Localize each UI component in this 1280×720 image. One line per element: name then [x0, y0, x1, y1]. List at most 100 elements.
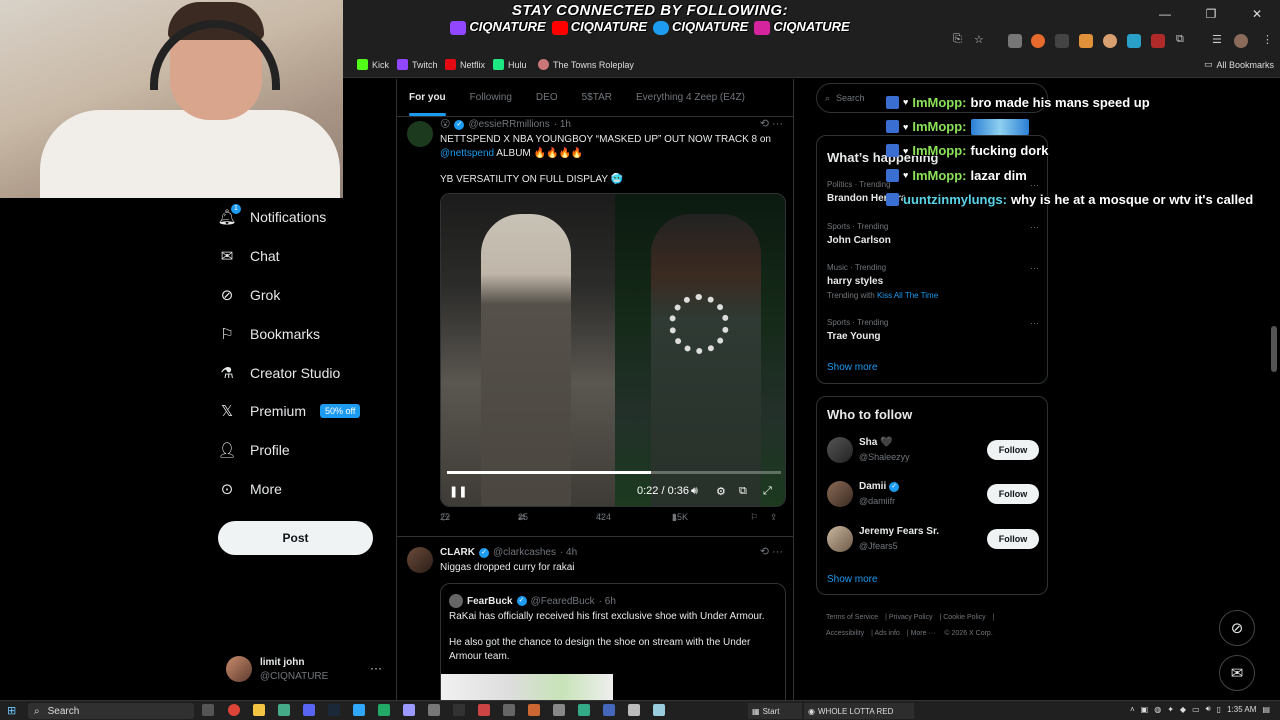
app-icon[interactable] [628, 704, 640, 716]
video-progress-bar[interactable] [447, 471, 781, 474]
tray-app-icon[interactable]: ◍ [1154, 705, 1161, 714]
scrollbar-thumb[interactable] [1271, 326, 1277, 372]
extension-icon[interactable] [1008, 34, 1022, 48]
taskbar-clock[interactable]: 1:35 AM [1227, 705, 1256, 714]
fullscreen-icon[interactable]: ⤢ [763, 485, 772, 498]
file-explorer-icon[interactable] [253, 704, 265, 716]
browser-menu-icon[interactable]: ⋮ [1262, 33, 1273, 46]
avatar[interactable] [407, 547, 433, 573]
tray-app-icon[interactable]: ◆ [1180, 705, 1186, 714]
notifications-icon[interactable]: ▤ [1262, 705, 1270, 714]
taskbar-search[interactable]: ⌕ Search [28, 703, 194, 719]
extensions-puzzle-icon[interactable]: ⧉ [1176, 33, 1184, 46]
trend-item[interactable]: Sports · Trending Trae Young ··· [827, 318, 1039, 342]
app-icon[interactable] [378, 704, 390, 716]
footer-link-terms[interactable]: Terms of Service [826, 614, 878, 621]
more-dots-icon[interactable]: ··· [1030, 263, 1039, 273]
bookmark-netflix[interactable]: Netflix [445, 59, 485, 70]
more-dots-icon[interactable]: ··· [772, 118, 783, 130]
sidebar-item-bookmarks[interactable]: ⚐ Bookmarks [218, 314, 388, 353]
bookmark-star-icon[interactable]: ☆ [974, 33, 984, 46]
sidebar-item-grok[interactable]: ⊘ Grok [218, 276, 388, 315]
trend-item[interactable]: Sports · Trending John Carlson ··· [827, 222, 1039, 246]
task-view-icon[interactable] [202, 704, 214, 716]
footer-link-ads[interactable]: Ads info [875, 630, 900, 637]
follow-button[interactable]: Follow [987, 529, 1039, 549]
grok-fab-button[interactable]: ⊘ [1219, 610, 1255, 646]
extension-icon[interactable] [1151, 34, 1165, 48]
app-icon[interactable] [553, 704, 565, 716]
follow-suggestion[interactable]: Sha 🖤 @Shaleezyy Follow [827, 436, 1039, 466]
tweet[interactable]: CLARK ✓ @clarkcashes · 4h ⟲ ··· Niggas d… [397, 545, 793, 700]
reading-list-icon[interactable]: ☰ [1212, 33, 1222, 46]
network-icon[interactable]: ▭ [1192, 705, 1200, 714]
premiere-icon[interactable] [403, 704, 415, 716]
app-icon[interactable] [428, 704, 440, 716]
tweet-handle[interactable]: @essieRRmillions [468, 119, 549, 130]
profile-avatar-icon[interactable] [1234, 34, 1248, 48]
tab-deo[interactable]: DEO [524, 79, 570, 116]
tray-app-icon[interactable]: ✦ [1167, 705, 1174, 714]
messages-fab-button[interactable]: ✉ [1219, 655, 1255, 691]
tweet[interactable]: 😮 ✓ @essieRRmillions · 1h ⟲ ··· NETTSPEN… [397, 117, 793, 537]
app-icon[interactable] [578, 704, 590, 716]
photoshop-icon[interactable] [353, 704, 365, 716]
footer-link-privacy[interactable]: Privacy Policy [889, 614, 933, 621]
pip-icon[interactable]: ⧉ [739, 485, 747, 498]
trends-show-more-link[interactable]: Show more [827, 362, 878, 373]
taskbar-stream-app[interactable]: ▦ Start [748, 703, 802, 719]
taskbar-media-app[interactable]: ◉ WHOLE LOTTA RED [804, 703, 914, 719]
close-icon[interactable]: ✕ [1234, 0, 1280, 28]
tab-for-you[interactable]: For you [397, 79, 458, 116]
app-icon[interactable] [603, 704, 615, 716]
app-icon[interactable] [453, 704, 465, 716]
bookmark-kick[interactable]: Kick [357, 59, 389, 70]
who-to-follow-show-more-link[interactable]: Show more [827, 574, 878, 585]
windows-start-icon[interactable]: ⊞ [7, 704, 16, 717]
extension-icon[interactable] [1079, 34, 1093, 48]
tweet-author[interactable]: CLARK [440, 547, 475, 558]
discord-icon[interactable] [303, 704, 315, 716]
grok-icon[interactable]: ⟲ [760, 118, 769, 130]
tweet-time[interactable]: · 4h [560, 547, 577, 558]
settings-gear-icon[interactable]: ⚙ [716, 485, 726, 498]
trend-item[interactable]: Music · Trending harry styles Trending w… [827, 263, 1039, 300]
volume-icon[interactable]: 🔊︎ [1206, 704, 1211, 714]
avatar[interactable] [827, 437, 853, 463]
account-switcher[interactable]: limit john @CIQNATURE ··· [226, 655, 386, 685]
quoted-tweet[interactable]: FearBuck ✓ @FearedBuck · 6h RaKai has of… [440, 583, 786, 700]
tweet-time[interactable]: · 1h [554, 119, 571, 130]
follow-suggestion[interactable]: Jeremy Fears Sr. @Jfears5 Follow [827, 525, 1039, 555]
video-player[interactable]: ❚❚ 0:22 / 0:36 🔊︎ ⚙ ⧉ ⤢ [440, 193, 786, 507]
restore-icon[interactable]: ❐ [1188, 0, 1234, 28]
app-icon[interactable] [278, 704, 290, 716]
install-app-icon[interactable]: ⎘ [953, 33, 962, 46]
app-icon[interactable] [528, 704, 540, 716]
chrome-icon[interactable] [228, 704, 240, 716]
footer-link-accessibility[interactable]: Accessibility [826, 630, 864, 637]
app-icon[interactable] [503, 704, 515, 716]
sidebar-item-profile[interactable]: 👤︎ Profile [217, 431, 388, 470]
all-bookmarks[interactable]: ▭ All Bookmarks [1204, 59, 1274, 70]
sidebar-item-chat[interactable]: ✉ Chat [218, 237, 388, 276]
grok-icon[interactable]: ⟲ [760, 546, 769, 558]
sidebar-item-notifications[interactable]: 🔔︎ 1 Notifications [217, 198, 388, 237]
sidebar-item-premium[interactable]: 𝕏 Premium 50% off [218, 392, 388, 431]
quoted-media-thumbnail[interactable] [441, 674, 613, 700]
bookmark-towns-roleplay[interactable]: The Towns Roleplay [538, 59, 634, 70]
battery-icon[interactable]: ▯ [1217, 705, 1221, 714]
more-dots-icon[interactable]: ··· [1030, 222, 1039, 232]
app-icon[interactable] [478, 704, 490, 716]
mention-link[interactable]: @nettspend [440, 148, 494, 159]
tweet-handle[interactable]: @clarkcashes [493, 547, 556, 558]
footer-link-cookie[interactable]: Cookie Policy [943, 614, 985, 621]
extension-icon[interactable] [1055, 34, 1069, 48]
volume-icon[interactable]: 🔊︎ [691, 485, 698, 498]
footer-link-more[interactable]: More ··· [911, 630, 936, 637]
pause-icon[interactable]: ❚❚ [449, 485, 467, 498]
post-button[interactable]: Post [218, 521, 373, 555]
minimize-icon[interactable]: — [1142, 0, 1188, 28]
avatar[interactable] [827, 481, 853, 507]
follow-button[interactable]: Follow [987, 440, 1039, 460]
follow-suggestion[interactable]: Damii ✓ @damiifr Follow [827, 480, 1039, 510]
